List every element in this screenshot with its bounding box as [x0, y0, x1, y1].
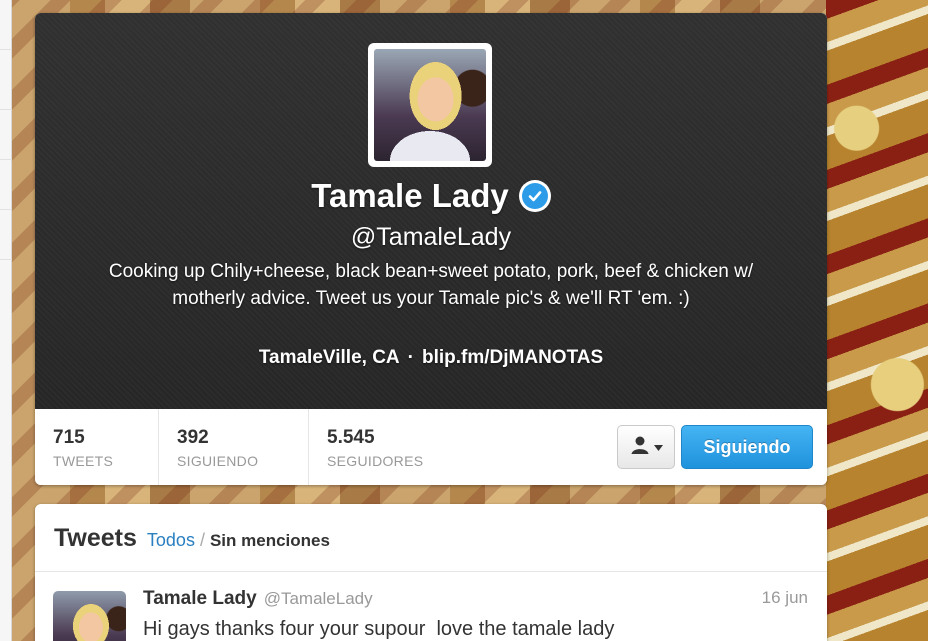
profile-avatar[interactable] [368, 43, 492, 167]
stat-tweets[interactable]: 715 TWEETS [35, 409, 159, 485]
tweets-title: Tweets [54, 524, 137, 552]
chevron-down-icon [653, 438, 663, 456]
profile-url-link[interactable]: blip.fm/DjMANOTAS [422, 347, 603, 368]
profile-header: Tamale Lady @TamaleLady Cooking up Chily… [35, 13, 827, 409]
profile-location-row: TamaleVille, CA · blip.fm/DjMANOTAS [35, 347, 827, 369]
verified-badge-icon [518, 180, 551, 212]
left-sidebar-edge [0, 0, 12, 641]
user-actions-dropdown-button[interactable] [617, 425, 675, 469]
location-separator: · [407, 347, 414, 368]
stat-following[interactable]: 392 SIGUIENDO [159, 409, 309, 485]
filter-separator: / [199, 530, 205, 550]
profile-name: Tamale Lady [311, 177, 509, 214]
person-icon [630, 435, 650, 460]
stat-tweets-value: 715 [53, 427, 85, 448]
profile-card: Tamale Lady @TamaleLady Cooking up Chily… [35, 13, 827, 485]
tweet-author-name[interactable]: Tamale Lady [143, 588, 257, 610]
tweet-avatar[interactable] [53, 591, 126, 641]
tweet-header: Tamale Lady @TamaleLady [143, 588, 808, 610]
profile-location: TamaleVille, CA [258, 347, 400, 368]
stat-following-label: SIGUIENDO [177, 453, 259, 469]
tweets-panel: Tweets Todos / Sin menciones Tamale Lady… [35, 504, 827, 641]
profile-stats-bar: 715 TWEETS 392 SIGUIENDO 5.545 SEGUIDORE… [35, 409, 827, 485]
stat-followers-label: SEGUIDORES [327, 453, 424, 469]
background-photo-strip [826, 0, 928, 641]
filter-all-link[interactable]: Todos [147, 530, 195, 551]
stat-following-value: 392 [177, 427, 209, 448]
tweet-timestamp[interactable]: 16 jun [762, 588, 808, 608]
following-button[interactable]: Siguiendo [681, 425, 813, 469]
tweets-header: Tweets Todos / Sin menciones [35, 504, 827, 572]
profile-name-row: Tamale Lady [35, 177, 827, 215]
tweet-author-handle: @TamaleLady [263, 589, 373, 608]
stat-tweets-label: TWEETS [53, 453, 114, 469]
stat-followers[interactable]: 5.545 SEGUIDORES [309, 409, 469, 485]
profile-bio: Cooking up Chily+cheese, black bean+swee… [108, 261, 754, 309]
filter-no-replies-link[interactable]: Sin menciones [210, 531, 330, 551]
profile-screen-name: @TamaleLady [350, 223, 512, 251]
tweet-text: Hi gays thanks four your supour love the… [143, 618, 615, 640]
stat-followers-value: 5.545 [327, 427, 375, 448]
avatar-photo [374, 49, 486, 161]
tweet-item[interactable]: Tamale Lady @TamaleLady 16 jun Hi gays t… [35, 572, 827, 641]
